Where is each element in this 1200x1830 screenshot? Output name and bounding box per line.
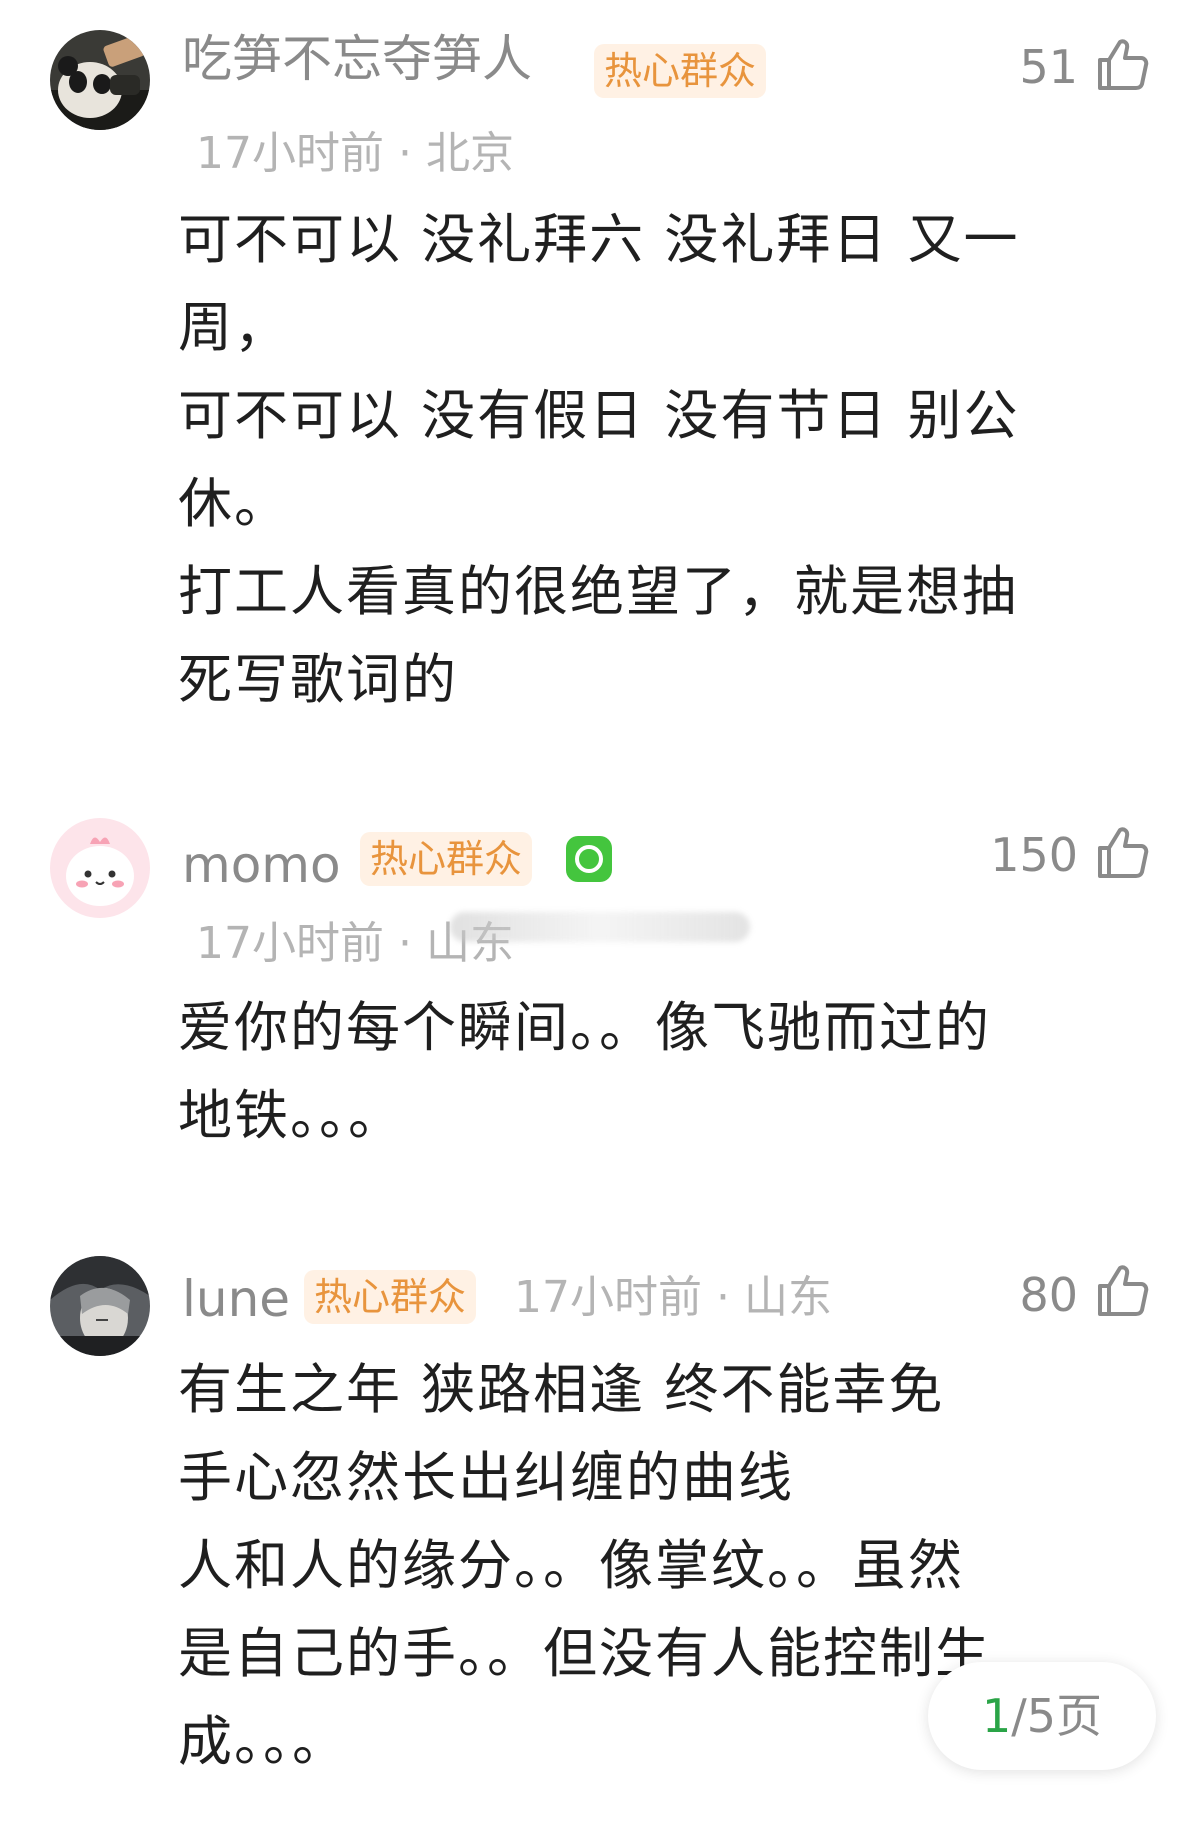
- thumbs-up-icon[interactable]: [1094, 36, 1150, 92]
- comment-line: 爱你的每个瞬间。。像飞驰而过的: [178, 996, 991, 1059]
- meta-separator: ·: [398, 918, 412, 969]
- blurred-decoration: [450, 912, 750, 942]
- badge-hot-citizen: 热心群众: [360, 832, 533, 886]
- timestamp: 17小时前: [514, 1272, 702, 1323]
- comment-line: 手心忽然长出纠缠的曲线: [178, 1446, 794, 1509]
- comment-line: 死写歌词的: [178, 648, 458, 711]
- thumbs-up-icon[interactable]: [1094, 824, 1150, 880]
- like-count: 150: [990, 828, 1078, 882]
- avatar[interactable]: [50, 1256, 150, 1356]
- comment-body: 可不可以 没礼拜六 没礼拜日 又一 周， 可不可以 没有假日 没有节日 别公 休…: [178, 196, 1108, 724]
- timestamp: 17小时前: [196, 918, 384, 969]
- comment-line: 有生之年 狭路相逢 终不能幸免: [178, 1358, 945, 1421]
- comment-line: 周，: [178, 296, 290, 359]
- comment-line: 地铁。。。: [178, 1084, 404, 1147]
- location: 北京: [426, 128, 514, 179]
- page-total: /5页: [1011, 1689, 1103, 1743]
- comment-line: 休。: [178, 472, 290, 535]
- meta-separator: ·: [716, 1272, 730, 1323]
- comment-line: 可不可以 没有假日 没有节日 别公: [178, 384, 1020, 447]
- username[interactable]: lune: [182, 1274, 290, 1324]
- thumbs-up-icon[interactable]: [1094, 1262, 1150, 1318]
- badge-hot-citizen: 热心群众: [304, 1270, 477, 1324]
- like-count: 51: [1019, 40, 1078, 94]
- page-indicator[interactable]: 1/5页: [928, 1662, 1156, 1770]
- badge-hot-citizen: 热心群众: [594, 44, 767, 98]
- location: 山东: [744, 1272, 832, 1323]
- timestamp: 17小时前: [196, 128, 384, 179]
- username[interactable]: 吃笋不忘夺笋人: [182, 34, 532, 84]
- vip-badge-icon: [566, 836, 612, 882]
- meta-separator: ·: [398, 128, 412, 179]
- username[interactable]: momo: [182, 840, 341, 890]
- comment-meta: 17小时前 · 山东: [514, 1276, 832, 1320]
- avatar[interactable]: [50, 818, 150, 918]
- page-current: 1: [981, 1689, 1012, 1743]
- comment-body: 爱你的每个瞬间。。像飞驰而过的 地铁。。。: [178, 984, 1108, 1160]
- comment-line: 人和人的缘分。。像掌纹。。虽然: [178, 1534, 964, 1597]
- comment-line: 可不可以 没礼拜六 没礼拜日 又一: [178, 208, 1020, 271]
- comment-meta: 17小时前 · 北京: [196, 132, 514, 176]
- like-count: 80: [1019, 1268, 1078, 1322]
- comment-line: 打工人看真的很绝望了，就是想抽: [178, 560, 1018, 623]
- avatar[interactable]: [50, 30, 150, 130]
